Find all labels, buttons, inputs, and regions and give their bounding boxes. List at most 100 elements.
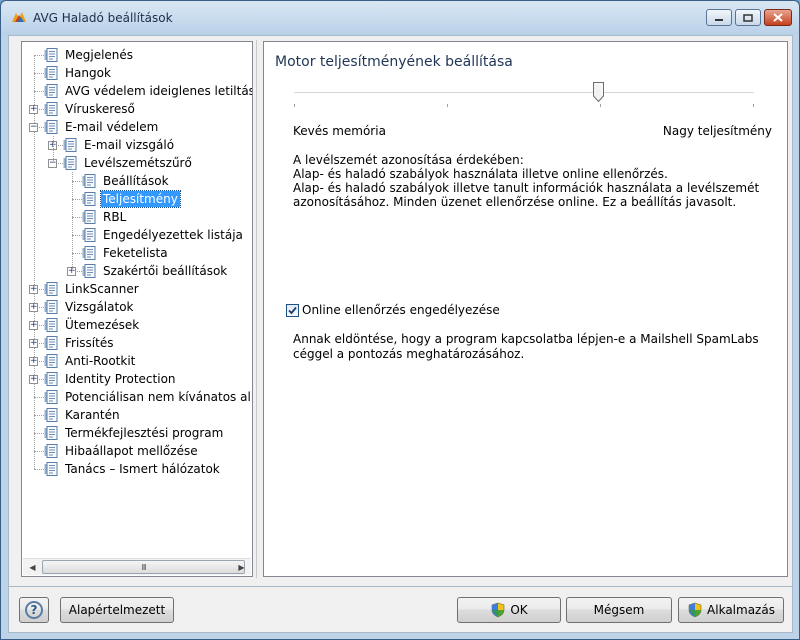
tree-item[interactable]: Identity Protection [44,370,178,388]
tree-expand-button[interactable]: + [29,105,38,114]
section-title: Motor teljesítményének beállítása [275,54,513,70]
tree-item-label: Beállítások [103,174,169,188]
tree-guide-line [34,397,44,398]
settings-page-icon [44,66,58,80]
tree-expand-button[interactable]: + [29,303,38,312]
tree-item-label: Potenciálisan nem kívánatos alkalm [65,390,252,404]
tree-item[interactable]: Hibaállapot mellőzése [44,442,200,460]
tree-item[interactable]: Víruskereső [44,100,137,118]
tree-guide-line [72,199,82,200]
settings-page-icon [44,318,58,332]
tree-guide-line [72,235,82,236]
tree-expand-button[interactable]: + [29,357,38,366]
tree-item-label: E-mail védelem [65,120,159,134]
tree-item[interactable]: RBL [82,208,128,226]
tree-item-label: E-mail vizsgáló [84,138,175,152]
apply-button[interactable]: Alkalmazás [678,597,784,623]
description-line: Alap- és haladó szabályok használata ill… [293,167,668,181]
tree-item[interactable]: Szakértői beállítások [82,262,229,280]
tree-item[interactable]: Ütemezések [44,316,141,334]
tree-item[interactable]: E-mail védelem [44,118,160,136]
tree-item-label: Vizsgálatok [65,300,134,314]
tree-item[interactable]: AVG védelem ideiglenes letiltása [44,82,253,100]
tree-item[interactable]: Karantén [44,406,122,424]
avg-logo-icon [12,12,26,22]
settings-tree[interactable]: ◀ III ▶ Megjelenés Hangok AVG védelem idei… [21,41,253,577]
settings-page-icon [44,408,58,422]
tree-collapse-button[interactable]: − [29,123,38,132]
settings-page-icon [44,84,58,98]
help-icon: ? [25,601,43,619]
online-check-row[interactable]: Online ellenőrzés engedélyezése [286,303,500,317]
maximize-button[interactable] [735,9,761,26]
tree-expand-button[interactable]: + [29,375,38,384]
tree-item[interactable]: Levélszemétszűrő [63,154,194,172]
panel-splitter[interactable] [256,40,261,578]
tree-guide-line [53,136,54,163]
checkmark-icon [288,306,297,314]
tree-item-label: RBL [103,210,127,224]
close-icon [773,13,783,22]
settings-page-icon [44,444,58,458]
online-check-label[interactable]: Online ellenőrzés engedélyezése [302,303,500,317]
title-bar[interactable]: AVG Haladó beállítások [1,1,799,35]
tree-item-label: Víruskereső [65,102,135,116]
tree-item[interactable]: Termékfejlesztési program [44,424,225,442]
tree-item-label: Engedélyezettek listája [103,228,243,242]
scroll-grip: III [141,562,146,572]
scroll-thumb[interactable]: III [42,560,245,574]
settings-page-icon [82,174,96,188]
description-line: Alap- és haladó szabályok illetve tanult… [293,181,760,209]
tree-guide-line [34,55,35,469]
tree-guide-line [34,415,44,416]
avg-settings-window: AVG Haladó beállítások ◀ III ▶ Megjelené… [0,0,800,640]
description-line: A levélszemét azonosítása érdekében: [293,153,524,167]
settings-page-icon [82,246,96,260]
defaults-button[interactable]: Alapértelmezett [60,597,174,623]
tree-item-label: AVG védelem ideiglenes letiltása [65,84,253,98]
ok-button[interactable]: OK [457,597,561,623]
window-title: AVG Haladó beállítások [33,11,173,25]
tree-horizontal-scrollbar[interactable]: ◀ III ▶ [23,558,251,575]
tree-item[interactable]: Tanács – Ismert hálózatok [44,460,222,478]
tree-expand-button[interactable]: + [29,339,38,348]
tree-item[interactable]: E-mail vizsgáló [63,136,176,154]
tree-item[interactable]: Hangok [44,64,113,82]
tree-expand-button[interactable]: + [29,321,38,330]
tree-item[interactable]: Vizsgálatok [44,298,135,316]
tree-guide-line [34,433,44,434]
settings-page-icon [44,354,58,368]
tree-item-label: Szakértői beállítások [103,264,228,278]
tree-item[interactable]: Teljesítmény [82,190,181,208]
tree-expand-button[interactable]: + [29,285,38,294]
tree-item[interactable]: Frissítés [44,334,115,352]
performance-description: A levélszemét azonosítása érdekében: Ala… [293,153,763,209]
tree-item[interactable]: LinkScanner [44,280,141,298]
tree-guide-line [72,181,82,182]
close-button[interactable] [764,9,792,26]
scroll-left-arrow[interactable]: ◀ [24,559,41,576]
scroll-right-arrow[interactable]: ▶ [233,559,250,576]
tree-item[interactable]: Potenciálisan nem kívánatos alkalm [44,388,252,406]
tree-item-label: LinkScanner [65,282,139,296]
tree-item-label: Teljesítmény [100,190,181,208]
maximize-icon [743,13,753,22]
help-button[interactable]: ? [19,597,49,623]
tree-item[interactable]: Megjelenés [44,46,135,64]
tree-item[interactable]: Feketelista [82,244,170,262]
cancel-button[interactable]: Mégsem [566,597,672,623]
tree-item[interactable]: Engedélyezettek listája [82,226,245,244]
performance-slider-track[interactable] [294,92,754,94]
tree-guide-line [34,73,44,74]
tree-guide-line [72,217,82,218]
performance-slider-thumb[interactable] [592,82,604,102]
tree-item[interactable]: Beállítások [82,172,171,190]
apply-label: Alkalmazás [707,603,775,617]
settings-page-icon [82,264,96,278]
minimize-button[interactable] [706,9,732,26]
settings-page-icon [82,210,96,224]
ok-label: OK [510,603,528,617]
slider-min-label: Kevés memória [293,124,386,138]
online-check-checkbox[interactable] [286,303,299,317]
tree-item[interactable]: Anti-Rootkit [44,352,137,370]
